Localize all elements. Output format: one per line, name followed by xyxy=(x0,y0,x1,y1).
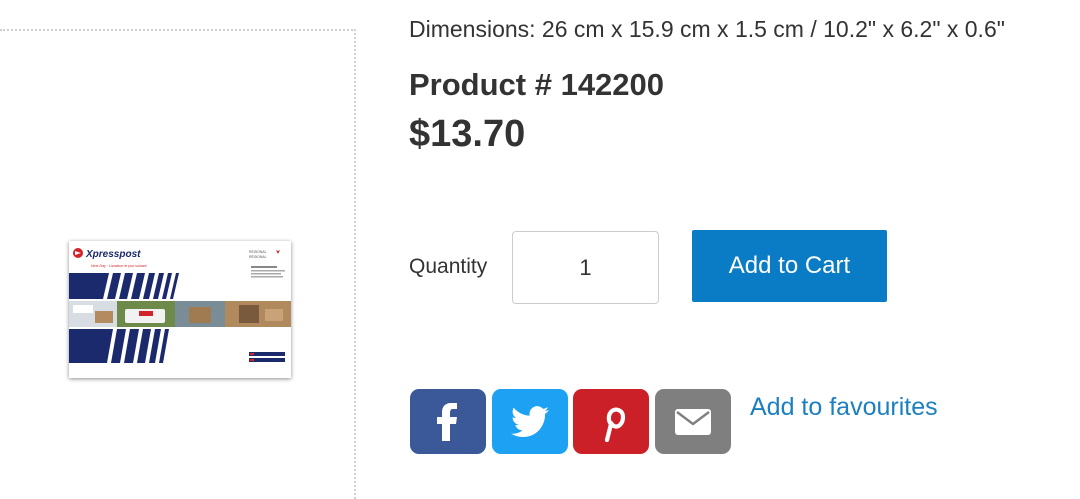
twitter-icon xyxy=(511,405,549,437)
product-price: $13.70 xyxy=(409,113,526,155)
quantity-label: Quantity xyxy=(409,255,488,278)
facebook-icon xyxy=(437,402,457,441)
envelope-region: REGIONAL xyxy=(249,250,267,254)
share-twitter-button[interactable] xyxy=(492,389,568,454)
envelope-tagline: Next Day · Livraison le jour suivant xyxy=(91,264,148,268)
product-image[interactable]: Xpresspost Next Day · Livraison le jour … xyxy=(69,241,291,378)
product-number: Product # 142200 xyxy=(409,67,665,102)
quantity-input[interactable] xyxy=(512,231,659,304)
share-pinterest-button[interactable] xyxy=(573,389,649,454)
share-facebook-button[interactable] xyxy=(410,389,486,454)
add-to-cart-button[interactable]: Add to Cart xyxy=(692,230,887,302)
xpresspost-envelope-illustration: Xpresspost Next Day · Livraison le jour … xyxy=(69,241,291,378)
email-icon xyxy=(675,408,711,435)
add-to-favourites-link[interactable]: Add to favourites xyxy=(750,393,938,422)
envelope-region-fr: RÉGIONAL xyxy=(249,254,267,259)
pinterest-icon xyxy=(604,407,626,442)
product-dimensions: Dimensions: 26 cm x 15.9 cm x 1.5 cm / 1… xyxy=(409,16,1005,42)
share-email-button[interactable] xyxy=(655,389,731,454)
envelope-brand: Xpresspost xyxy=(85,249,141,260)
